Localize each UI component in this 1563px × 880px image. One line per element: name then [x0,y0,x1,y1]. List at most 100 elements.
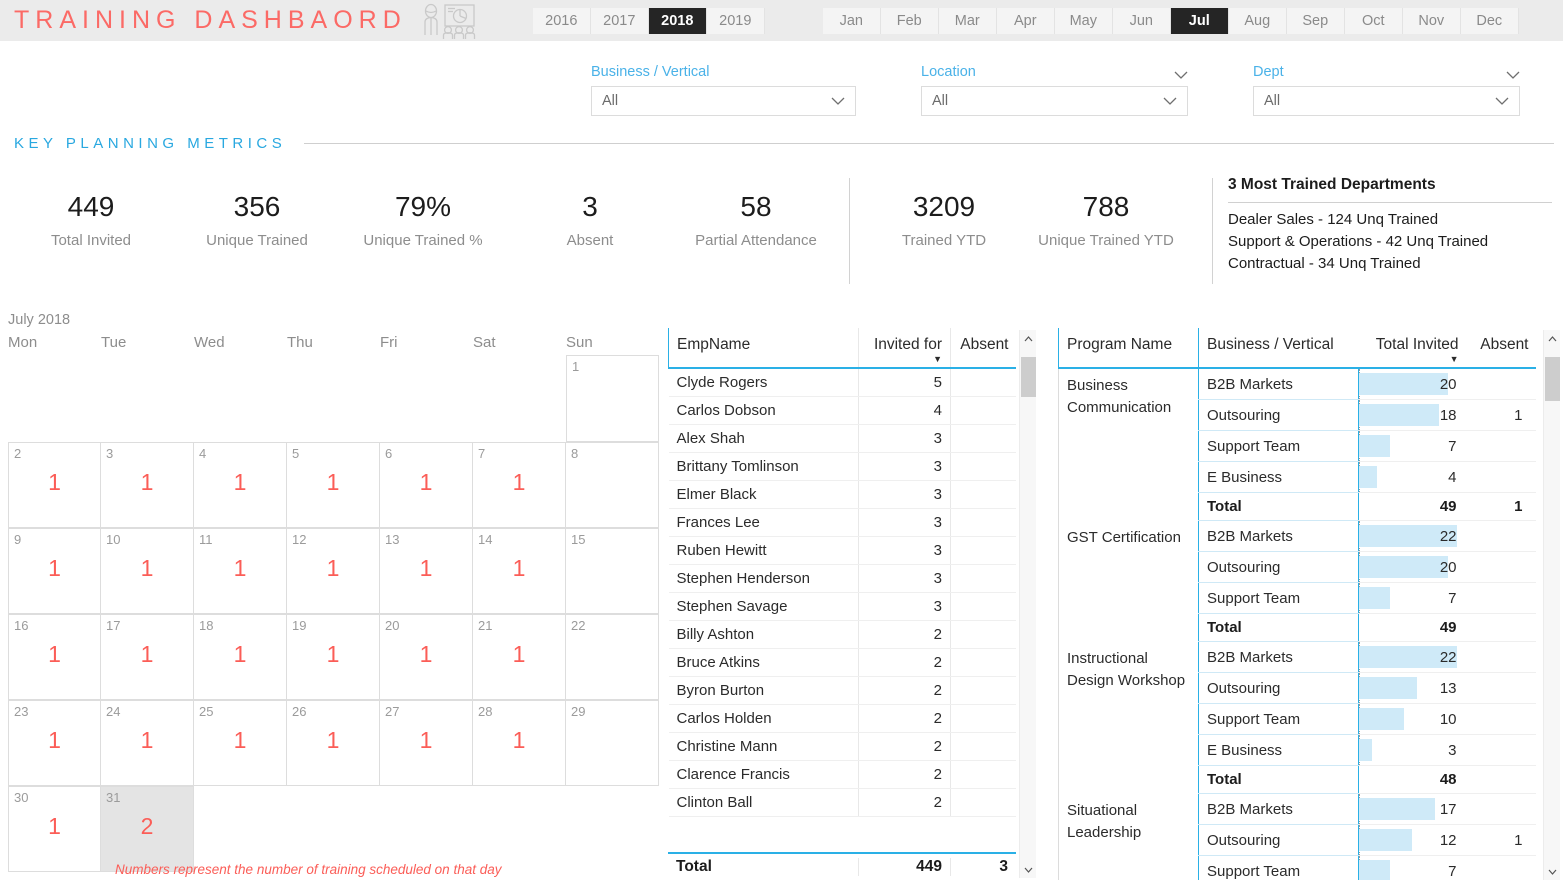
calendar-day-6[interactable]: 61 [380,442,473,528]
scroll-down-icon[interactable] [1544,863,1561,880]
column-header-absent[interactable]: Absent [1466,328,1536,369]
calendar-day-13[interactable]: 13 1 [380,528,473,614]
month-tab-mar[interactable]: Mar [938,7,997,34]
column-header-program-name[interactable]: Program Name [1058,328,1199,369]
month-tab-nov[interactable]: Nov [1402,7,1461,34]
filter-dept-expand-chevron-icon[interactable] [1506,71,1520,80]
calendar-day-1[interactable]: 1 [566,355,659,442]
calendar-cell-empty [566,786,659,872]
table-row[interactable]: Byron Burton 2 [668,676,1016,705]
kpi-label: Partial Attendance [695,232,817,249]
month-tab-apr[interactable]: Apr [996,7,1055,34]
calendar-day-10[interactable]: 10 1 [101,528,194,614]
calendar-training-count: 1 [419,555,433,581]
month-tab-dec[interactable]: Dec [1460,7,1519,34]
table-row[interactable]: Billy Ashton 2 [668,620,1016,649]
cell-absent [950,732,1016,761]
filter-business-vertical-select[interactable]: All [591,86,856,116]
year-tab-2016[interactable]: 2016 [532,7,591,34]
calendar-day-27[interactable]: 27 1 [380,700,473,786]
month-tab-sep[interactable]: Sep [1286,7,1345,34]
table-row[interactable]: Elmer Black 3 [668,480,1016,509]
year-tab-2018[interactable]: 2018 [648,7,707,34]
scrollbar-track[interactable] [1544,347,1561,863]
table-row[interactable]: Frances Lee 3 [668,508,1016,537]
calendar-day-29[interactable]: 29 [566,700,659,786]
calendar-day-14[interactable]: 14 1 [473,528,566,614]
calendar-cell-empty [380,355,473,442]
table-row[interactable]: Carlos Holden 2 [668,704,1016,733]
table-row[interactable]: Bruce Atkins 2 [668,648,1016,677]
calendar-day-4[interactable]: 41 [194,442,287,528]
filter-location-select[interactable]: All [921,86,1188,116]
scrollbar-thumb[interactable] [1020,357,1036,397]
scroll-up-icon[interactable] [1544,330,1561,347]
calendar-day-3[interactable]: 31 [101,442,194,528]
month-tab-jan[interactable]: Jan [822,7,881,34]
calendar-day-2[interactable]: 21 [8,442,101,528]
table-row[interactable]: GST Certification B2B Markets 22 [1058,520,1536,642]
calendar-day-17[interactable]: 17 1 [101,614,194,700]
calendar-day-18[interactable]: 18 1 [194,614,287,700]
calendar-day-8[interactable]: 8 [566,442,659,528]
table-row[interactable]: Clyde Rogers 5 [668,368,1016,397]
calendar-day-16[interactable]: 16 1 [8,614,101,700]
cell-program-name: Situational Leadership [1058,793,1199,880]
month-tab-jul[interactable]: Jul [1170,7,1229,34]
scrollbar-track[interactable] [1020,347,1037,861]
month-tab-oct[interactable]: Oct [1344,7,1403,34]
calendar-training-count: 1 [140,469,154,495]
year-tab-2019[interactable]: 2019 [706,7,765,34]
calendar-day-19[interactable]: 19 1 [287,614,380,700]
calendar-day-12[interactable]: 12 1 [287,528,380,614]
calendar-day-28[interactable]: 28 1 [473,700,566,786]
filter-dept-select[interactable]: All [1253,86,1520,116]
calendar-day-30[interactable]: 30 1 [8,786,101,872]
scroll-down-icon[interactable] [1020,861,1037,878]
calendar-day-24[interactable]: 24 1 [101,700,194,786]
table-row[interactable]: Stephen Savage 3 [668,592,1016,621]
calendar-day-11[interactable]: 11 1 [194,528,287,614]
calendar-day-9[interactable]: 91 [8,528,101,614]
table-row[interactable]: Instructional Design Workshop B2B Markets… [1058,641,1536,794]
table-row[interactable]: Alex Shah 3 [668,424,1016,453]
table-row[interactable]: Clarence Francis 2 [668,760,1016,789]
month-tab-feb[interactable]: Feb [880,7,939,34]
kpi-value: 788 [1082,191,1130,222]
month-tab-aug[interactable]: Aug [1228,7,1287,34]
calendar-day-22[interactable]: 22 [566,614,659,700]
calendar-day-20[interactable]: 20 1 [380,614,473,700]
column-header-invited-for[interactable]: Invited for ▼ [858,328,951,369]
calendar-training-count: 1 [48,555,61,581]
employee-table-scrollbar[interactable] [1019,330,1036,878]
year-tab-2017[interactable]: 2017 [590,7,649,34]
column-header-empname[interactable]: EmpName [668,328,859,369]
calendar-day-21[interactable]: 21 1 [473,614,566,700]
calendar-day-7[interactable]: 71 [473,442,566,528]
table-row[interactable]: Situational Leadership B2B Markets 17 [1058,793,1536,880]
calendar-day-15[interactable]: 15 [566,528,659,614]
program-table-scrollbar[interactable] [1543,330,1560,880]
scroll-up-icon[interactable] [1020,330,1037,347]
column-header-absent[interactable]: Absent [950,328,1016,369]
filter-location-expand-chevron-icon[interactable] [1174,71,1188,80]
calendar-day-5[interactable]: 51 [287,442,380,528]
month-tab-may[interactable]: May [1054,7,1113,34]
cell-business-vertical: Support Team [1198,430,1359,462]
table-row[interactable]: Clinton Ball 2 [668,788,1016,817]
month-tab-jun[interactable]: Jun [1112,7,1171,34]
table-row[interactable]: Christine Mann 2 [668,732,1016,761]
table-row[interactable]: Stephen Henderson 3 [668,564,1016,593]
column-header-total-invited[interactable]: Total Invited ▼ [1358,328,1467,369]
table-row[interactable]: Business Communication B2B Markets 20 [1058,368,1536,521]
column-header-business-vertical[interactable]: Business / Vertical [1198,328,1359,369]
calendar-day-25[interactable]: 25 1 [194,700,287,786]
calendar-day-23[interactable]: 23 1 [8,700,101,786]
scrollbar-thumb[interactable] [1544,357,1560,401]
calendar-day-26[interactable]: 26 1 [287,700,380,786]
calendar-training-count: 1 [512,727,526,753]
table-row[interactable]: Carlos Dobson 4 [668,396,1016,425]
table-row[interactable]: Brittany Tomlinson 3 [668,452,1016,481]
calendar-day-31[interactable]: 31 2 [101,786,194,872]
table-row[interactable]: Ruben Hewitt 3 [668,536,1016,565]
